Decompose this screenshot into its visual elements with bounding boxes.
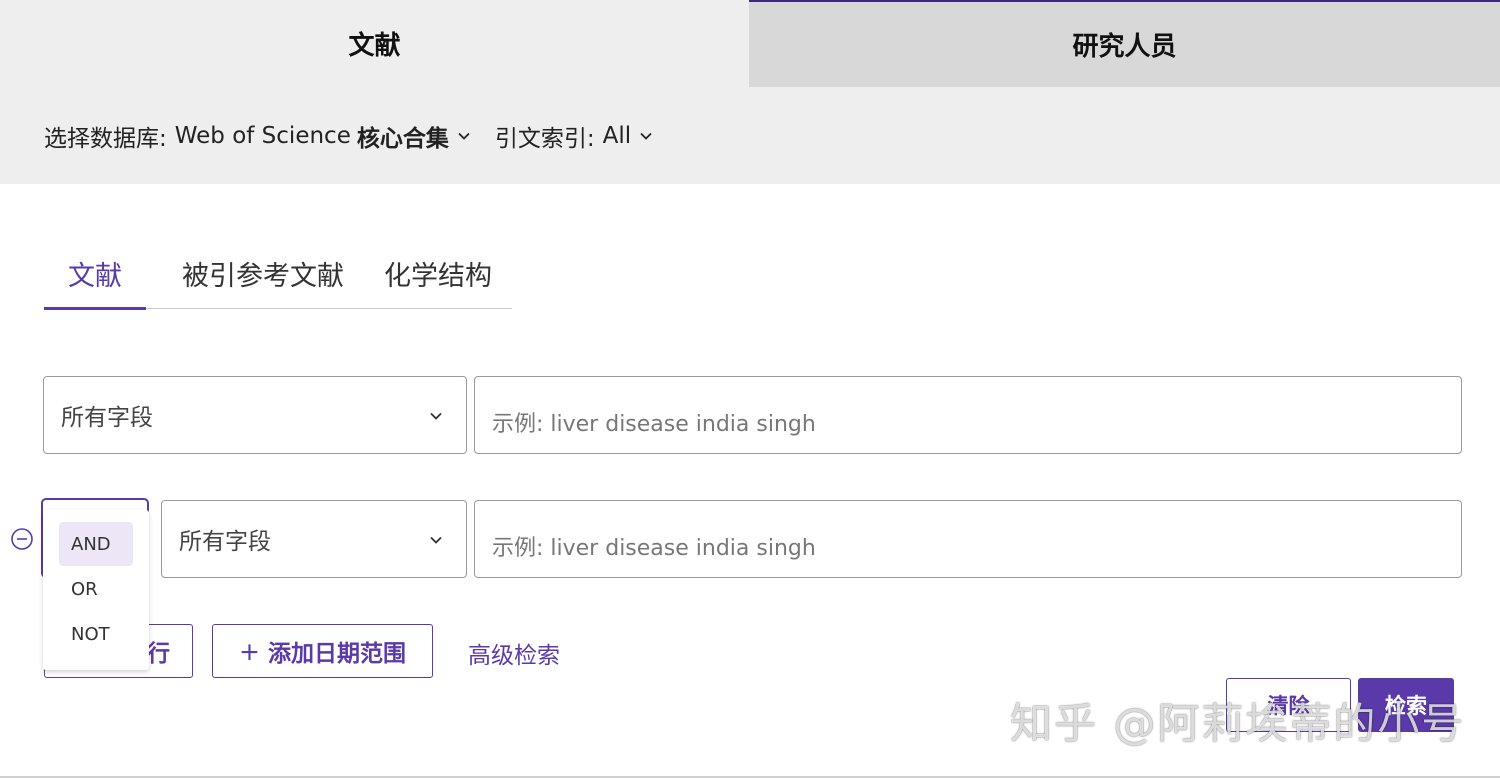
operator-option-or[interactable]: OR — [59, 567, 133, 611]
database-value-collection: 核心合集 — [356, 125, 449, 152]
database-bar: 选择数据库: Web of Science 核心合集 引文索引: All — [0, 87, 1500, 184]
advanced-search-link[interactable]: 高级检索 — [468, 636, 560, 670]
tab-documents[interactable]: 文献 — [44, 238, 146, 310]
top-tab-label: 研究人员 — [1072, 32, 1177, 62]
tab-cited-references[interactable]: 被引参考文献 — [158, 238, 368, 309]
top-tabs: 文献 研究人员 — [0, 0, 1500, 87]
field-select-row-2[interactable]: 所有字段 — [161, 500, 467, 578]
add-date-range-label: 添加日期范围 — [267, 641, 406, 667]
tab-chemical-structure[interactable]: 化学结构 — [368, 238, 508, 309]
database-value: Web of Science — [174, 122, 351, 149]
top-tab-documents[interactable]: 文献 — [0, 0, 749, 87]
plus-icon: + — [239, 636, 260, 666]
search-input-row-2[interactable] — [474, 500, 1462, 578]
add-row-label: 行 — [147, 641, 170, 667]
citation-index-selector[interactable]: 引文索引: All — [495, 119, 653, 153]
field-select-row-1[interactable]: 所有字段 — [43, 376, 467, 454]
add-date-range-button[interactable]: + 添加日期范围 — [212, 624, 433, 678]
top-tab-researchers[interactable]: 研究人员 — [749, 0, 1500, 87]
chevron-down-icon — [428, 532, 444, 548]
top-tab-label: 文献 — [348, 31, 401, 61]
citation-index-label: 引文索引: — [494, 125, 595, 152]
field-select-value: 所有字段 — [179, 529, 271, 555]
citation-index-value: All — [602, 122, 632, 149]
chevron-down-icon — [639, 129, 653, 143]
operator-option-not[interactable]: NOT — [59, 612, 133, 656]
field-select-value: 所有字段 — [61, 405, 153, 431]
operator-dropdown-menu: AND OR NOT — [43, 510, 149, 670]
watermark-text: 知乎 @阿莉埃蒂的小号 — [1010, 699, 1466, 748]
search-input-row-1[interactable] — [474, 376, 1462, 454]
minus-circle-icon[interactable] — [10, 527, 34, 551]
chevron-down-icon — [457, 129, 471, 143]
chevron-down-icon — [428, 408, 444, 424]
operator-option-and[interactable]: AND — [59, 522, 133, 566]
database-label: 选择数据库: — [44, 125, 167, 152]
database-selector[interactable]: 选择数据库: Web of Science 核心合集 — [44, 119, 471, 153]
search-type-tabs: 文献 被引参考文献 化学结构 — [44, 238, 512, 310]
